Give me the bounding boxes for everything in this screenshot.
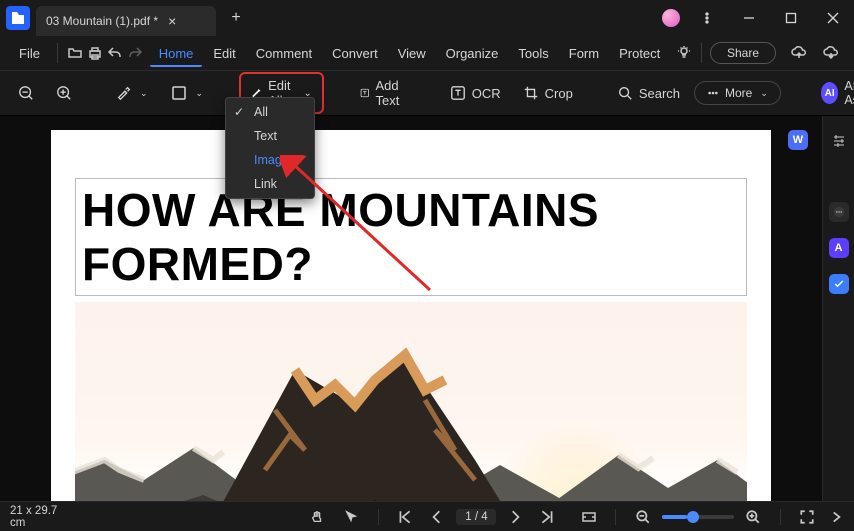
expand-right-icon[interactable] <box>827 504 844 530</box>
menu-tools[interactable]: Tools <box>509 40 557 67</box>
menu-organize[interactable]: Organize <box>437 40 508 67</box>
tab-close-icon[interactable]: × <box>168 13 176 29</box>
kebab-menu-icon[interactable] <box>692 3 722 33</box>
zoom-in-status-icon[interactable] <box>740 504 766 530</box>
fit-width-icon[interactable] <box>576 504 600 530</box>
page-dimensions: 21 x 29.7 cm <box>10 505 72 529</box>
next-page-icon[interactable] <box>502 504 528 530</box>
cloud-upload-icon[interactable] <box>786 40 812 66</box>
new-tab-button[interactable]: + <box>222 4 250 32</box>
ocr-button[interactable]: OCR <box>442 80 509 106</box>
menu-convert[interactable]: Convert <box>323 40 387 67</box>
redo-icon[interactable] <box>126 40 144 66</box>
document-canvas[interactable]: HOW ARE MOUNTAINS FORMED? <box>0 116 822 501</box>
hand-tool-icon[interactable] <box>304 504 330 530</box>
select-tool-icon[interactable] <box>338 504 364 530</box>
menu-form[interactable]: Form <box>560 40 608 67</box>
open-icon[interactable] <box>66 40 84 66</box>
page-indicator[interactable]: 1 / 4 <box>456 509 496 525</box>
chat-icon[interactable] <box>829 202 849 222</box>
document-image[interactable] <box>75 302 747 501</box>
ai-side-icon[interactable]: A <box>829 238 849 258</box>
first-page-icon[interactable] <box>392 504 418 530</box>
page[interactable]: HOW ARE MOUNTAINS FORMED? <box>51 130 771 501</box>
print-icon[interactable] <box>86 40 104 66</box>
crop-button[interactable]: Crop <box>515 80 581 106</box>
dropdown-item-all[interactable]: All <box>226 100 314 124</box>
zoom-out-status-icon[interactable] <box>630 504 656 530</box>
zoom-in-button[interactable] <box>48 80 80 106</box>
tab-title: 03 Mountain (1).pdf * <box>46 14 158 28</box>
menu-view[interactable]: View <box>389 40 435 67</box>
ai-icon[interactable]: AI <box>821 82 838 104</box>
menu-comment[interactable]: Comment <box>247 40 321 67</box>
app-logo[interactable] <box>6 6 30 30</box>
close-button[interactable] <box>818 3 848 33</box>
edit-all-dropdown: AllTextImageLink <box>225 97 315 199</box>
heading-text[interactable]: HOW ARE MOUNTAINS FORMED? <box>75 178 747 296</box>
more-button[interactable]: More⌄ <box>694 81 781 105</box>
user-avatar[interactable] <box>662 9 680 27</box>
menu-edit[interactable]: Edit <box>204 40 244 67</box>
fullscreen-icon[interactable] <box>795 504 819 530</box>
ai-assist-label[interactable]: AI Assist <box>844 79 854 107</box>
lightbulb-icon[interactable] <box>675 40 693 66</box>
add-text-button[interactable]: Add Text <box>352 73 414 113</box>
cloud-download-icon[interactable] <box>818 40 844 66</box>
check-icon[interactable] <box>829 274 849 294</box>
highlighter-tool[interactable]: ⌄ <box>108 80 156 106</box>
maximize-button[interactable] <box>776 3 806 33</box>
menu-protect[interactable]: Protect <box>610 40 669 67</box>
settings-sliders-icon[interactable] <box>828 130 850 152</box>
zoom-out-button[interactable] <box>10 80 42 106</box>
toolbar: ⌄ ⌄ Edit All ⌄ Add Text OCR Crop Search … <box>0 70 854 116</box>
prev-page-icon[interactable] <box>424 504 450 530</box>
minimize-button[interactable] <box>734 3 764 33</box>
menu-home[interactable]: Home <box>150 40 203 67</box>
dropdown-item-link[interactable]: Link <box>226 172 314 196</box>
share-button[interactable]: Share <box>710 42 776 64</box>
menu-file[interactable]: File <box>10 40 49 67</box>
search-button[interactable]: Search <box>609 80 688 106</box>
last-page-icon[interactable] <box>534 504 560 530</box>
shape-tool[interactable]: ⌄ <box>162 79 212 107</box>
undo-icon[interactable] <box>106 40 124 66</box>
zoom-slider[interactable] <box>662 515 734 519</box>
document-tab[interactable]: 03 Mountain (1).pdf * × <box>36 6 216 36</box>
word-badge-icon[interactable]: W <box>788 130 808 150</box>
right-rail: A <box>822 116 854 501</box>
dropdown-item-text[interactable]: Text <box>226 124 314 148</box>
dropdown-item-image[interactable]: Image <box>226 148 314 172</box>
